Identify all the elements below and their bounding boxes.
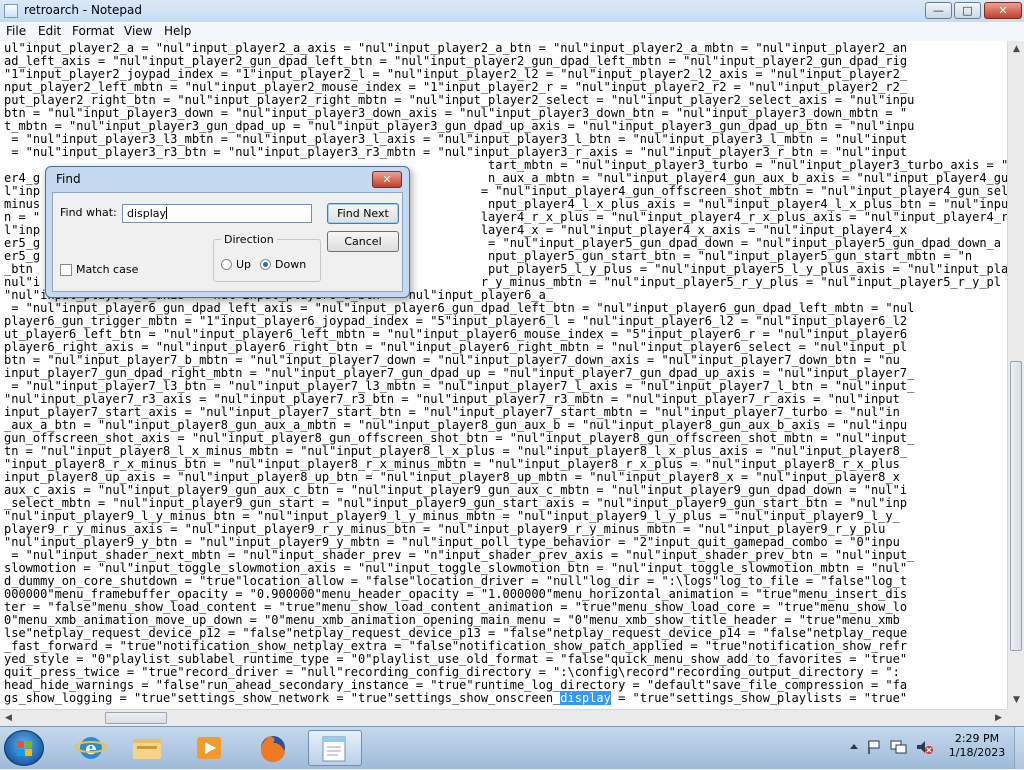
clock-date: 1/18/2023 [948,746,1006,759]
menu-format[interactable]: Format [72,24,114,38]
text-after-selection: = "true"settings_show_playlists = "true" [610,691,908,705]
menu-view[interactable]: View [124,24,152,38]
find-what-input[interactable]: display [122,204,312,223]
show-hidden-icons-icon[interactable] [848,739,860,755]
action-center-flag-icon[interactable] [866,739,882,755]
horizontal-scroll-thumb[interactable] [105,712,167,724]
volume-muted-icon[interactable] [915,739,933,755]
direction-down-label: Down [275,258,307,271]
start-button[interactable] [4,730,44,766]
text-before-selection: gs_show_logging = "true"settings_show_ne… [4,691,561,705]
horizontal-scrollbar[interactable]: ◀ ▶ [0,709,1007,726]
windows-logo-icon [17,741,33,757]
media-player-icon[interactable] [182,730,236,766]
close-button[interactable]: ✕ [984,2,1022,19]
notepad-taskbar-button[interactable] [308,730,362,766]
vertical-scroll-thumb[interactable] [1010,361,1022,651]
direction-label: Direction [221,233,277,246]
menu-file[interactable]: File [6,24,26,38]
minimize-button[interactable]: — [925,2,952,19]
show-desktop-button[interactable] [1014,727,1024,769]
find-dialog-body: Find what: display Find Next Cancel Dire… [52,192,403,292]
network-icon[interactable] [890,739,908,755]
firefox-icon[interactable] [246,730,300,766]
match-case-checkbox[interactable] [60,264,72,276]
scroll-up-arrow-icon[interactable]: ▲ [1009,41,1024,58]
clock-time: 2:29 PM [954,732,1000,745]
match-case-label: Match case [76,263,139,276]
find-dialog: Find ✕ Find what: display Find Next Canc… [45,166,410,298]
direction-up-label: Up [236,258,252,271]
text-caret [166,207,168,219]
selected-match[interactable]: display [560,691,611,705]
find-close-button[interactable]: ✕ [372,171,402,188]
text-editor[interactable]: ul"input_player2_a = "nul"input_player2_… [0,41,1007,709]
internet-explorer-icon[interactable]: e [64,730,118,766]
find-next-button[interactable]: Find Next [327,203,399,224]
scroll-right-arrow-icon[interactable]: ▶ [990,710,1007,727]
find-what-value: display [127,207,167,220]
menu-help[interactable]: Help [164,24,191,38]
scroll-down-arrow-icon[interactable]: ▼ [1009,692,1024,709]
find-what-label: Find what: [60,206,117,219]
system-clock[interactable]: 2:29 PM 1/18/2023 [942,732,1012,760]
direction-down-radio[interactable] [260,259,271,270]
vertical-scrollbar[interactable]: ▲ ▼ [1007,41,1024,709]
taskbar: e 2:29 PM 1/18/2023 [0,726,1024,769]
cancel-button[interactable]: Cancel [327,231,399,252]
maximize-button[interactable]: □ [954,2,981,19]
menu-bar: File Edit Format View Help [0,22,1024,42]
notepad-icon [4,4,18,18]
direction-up-radio[interactable] [221,259,232,270]
size-grip [1007,709,1024,726]
text-line[interactable]: gs_show_logging = "true"settings_show_ne… [4,691,1007,705]
windows-explorer-icon[interactable] [120,730,174,766]
editor-text[interactable]: ul"input_player2_a = "nul"input_player2_… [4,42,1007,705]
scroll-left-arrow-icon[interactable]: ◀ [0,710,17,727]
window-title: retroarch - Notepad [24,3,142,17]
title-bar: retroarch - Notepad — □ ✕ [0,0,1024,23]
find-dialog-title: Find [56,172,81,186]
menu-edit[interactable]: Edit [38,24,61,38]
